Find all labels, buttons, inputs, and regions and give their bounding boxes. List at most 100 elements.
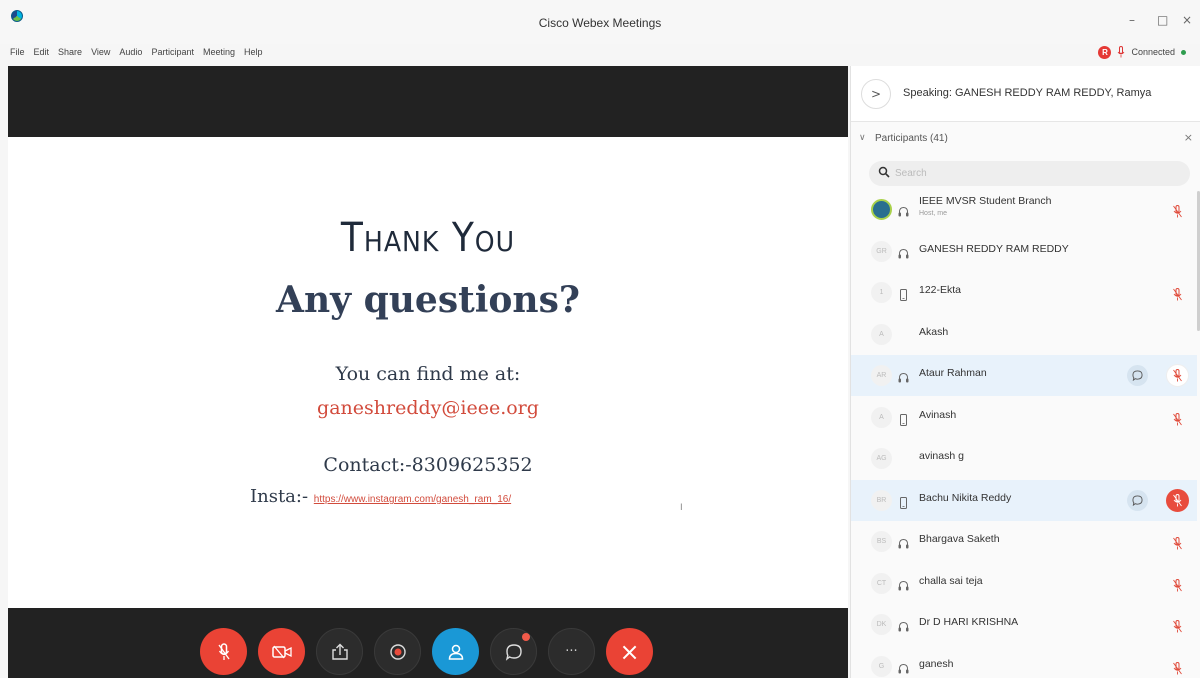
chat-button[interactable]	[490, 628, 537, 675]
participant-mic-button[interactable]	[1173, 411, 1182, 425]
participants-panel: > Speaking: GANESH REDDY RAM REDDY, Ramy…	[850, 66, 1200, 678]
slide-email: ganeshreddy@ieee.org	[317, 397, 539, 419]
close-panel-button[interactable]: ×	[1184, 131, 1193, 144]
menu-edit[interactable]: Edit	[34, 47, 50, 61]
menu-meeting[interactable]: Meeting	[203, 47, 235, 61]
phone-status	[898, 494, 909, 509]
search-icon	[878, 166, 890, 178]
muted-mic-icon	[1173, 369, 1182, 382]
phone-icon	[900, 413, 907, 426]
slide-insta: Insta:- https://www.instagram.com/ganesh…	[250, 486, 511, 507]
headset-icon	[898, 580, 909, 590]
headset-status	[898, 660, 909, 673]
headset-status	[898, 369, 909, 383]
participants-icon	[448, 644, 463, 660]
connection-dot-icon	[1181, 49, 1186, 55]
participant-search[interactable]	[869, 161, 1190, 186]
slide-find-text: You can find me at:	[335, 363, 521, 385]
muted-mic-icon	[1173, 205, 1182, 218]
headset-icon	[898, 206, 909, 217]
slide-subtitle: Any questions?	[276, 279, 580, 321]
avatar: A	[871, 406, 892, 428]
speaking-bar: > Speaking: GANESH REDDY RAM REDDY, Ramy…	[851, 66, 1200, 122]
avatar: G	[871, 655, 892, 677]
muted-mic-icon	[1173, 537, 1182, 550]
participant-row[interactable]: GR GANESH REDDY RAM REDDY	[851, 231, 1197, 272]
avatar: 1	[871, 282, 892, 303]
muted-mic-icon	[1173, 288, 1182, 301]
avatar: BR	[871, 489, 892, 511]
participant-mic-button[interactable]	[1173, 660, 1182, 674]
avatar: AG	[871, 448, 892, 469]
participant-mic-button[interactable]	[1173, 203, 1182, 218]
participant-name: Dr D HARI KRISHNA	[919, 616, 1019, 628]
phone-status	[898, 411, 909, 426]
participants-button[interactable]	[432, 628, 479, 675]
minimize-button[interactable]: –	[1129, 13, 1135, 27]
end-meeting-button[interactable]: ×	[606, 628, 653, 675]
slide-title: Thank You	[340, 215, 516, 261]
headset-status	[898, 618, 909, 632]
participant-name: IEEE MVSR Student Branch	[919, 195, 1052, 207]
slide-insta-link[interactable]: https://www.instagram.com/ganesh_ram_16/	[314, 494, 511, 505]
menu-participant[interactable]: Participant	[151, 47, 194, 61]
participant-chat-button[interactable]	[1127, 489, 1148, 511]
video-off-icon	[271, 645, 292, 658]
participant-name: Akash	[919, 325, 949, 338]
muted-mic-icon	[1173, 661, 1182, 674]
stop-video-button[interactable]	[258, 628, 305, 675]
participant-row[interactable]: 1 122-Ekta	[851, 272, 1197, 313]
participant-row[interactable]: IEEE MVSR Student Branch Host, me	[851, 189, 1197, 230]
headset-icon	[898, 248, 909, 258]
participant-row[interactable]: DK Dr D HARI KRISHNA	[851, 604, 1197, 645]
participant-row[interactable]: BR Bachu Nikita Reddy	[851, 479, 1197, 521]
record-button[interactable]	[374, 628, 421, 675]
participant-mic-button[interactable]	[1173, 618, 1182, 633]
participant-name: Bhargava Saketh	[919, 533, 1000, 545]
participant-name: 122-Ekta	[919, 284, 962, 296]
phone-status	[898, 286, 909, 301]
headset-status	[898, 245, 909, 258]
muted-mic-icon	[1173, 578, 1182, 591]
participants-header[interactable]: ∨ Participants (41) ×	[851, 128, 1200, 152]
participant-row[interactable]: A Avinash	[851, 397, 1197, 438]
participant-chat-button[interactable]	[1127, 365, 1148, 386]
menu-file[interactable]: File	[10, 47, 25, 61]
participant-row[interactable]: BS Bhargava Saketh	[851, 521, 1197, 562]
chat-icon	[1132, 370, 1143, 381]
participant-mic-button[interactable]	[1173, 577, 1182, 591]
participant-mic-button[interactable]	[1173, 535, 1182, 550]
participant-name: Ataur Rahman	[919, 367, 987, 379]
close-window-button[interactable]: ×	[1182, 13, 1192, 27]
headset-status	[898, 203, 909, 217]
menu-view[interactable]: View	[91, 47, 110, 61]
menu-help[interactable]: Help	[244, 47, 263, 61]
menu-audio[interactable]: Audio	[119, 47, 142, 61]
chevron-down-icon[interactable]: ∨	[859, 133, 866, 143]
muted-mic-icon	[1173, 493, 1182, 506]
avatar: AR	[871, 365, 892, 386]
title-bar: Cisco Webex Meetings – □ ×	[0, 0, 1200, 44]
headset-icon	[898, 372, 909, 383]
participant-row[interactable]: A Akash	[851, 314, 1197, 355]
mute-button[interactable]	[200, 628, 247, 675]
participant-list: IEEE MVSR Student Branch Host, me GR GANESH…	[851, 189, 1200, 678]
participant-mic-button[interactable]	[1166, 364, 1189, 387]
more-options-button[interactable]: ···	[548, 628, 595, 675]
share-button[interactable]	[316, 628, 363, 675]
recording-badge[interactable]: R	[1098, 45, 1112, 59]
participant-row[interactable]: AG avinash g	[851, 438, 1197, 479]
participant-row[interactable]: Gganesh	[851, 646, 1197, 678]
menu-share[interactable]: Share	[58, 47, 82, 61]
chat-icon	[505, 643, 522, 661]
participant-row[interactable]: AR Ataur Rahman	[851, 355, 1197, 396]
avatar	[871, 199, 892, 220]
search-input[interactable]	[895, 164, 1175, 183]
maximize-button[interactable]: □	[1157, 13, 1168, 27]
participant-mic-button[interactable]	[1173, 286, 1182, 301]
headset-icon	[898, 538, 909, 549]
participant-row[interactable]: CT challa sai teja	[851, 563, 1197, 604]
expand-video-button[interactable]: >	[861, 79, 891, 109]
participant-mic-button[interactable]	[1166, 488, 1189, 512]
share-icon	[331, 643, 348, 660]
